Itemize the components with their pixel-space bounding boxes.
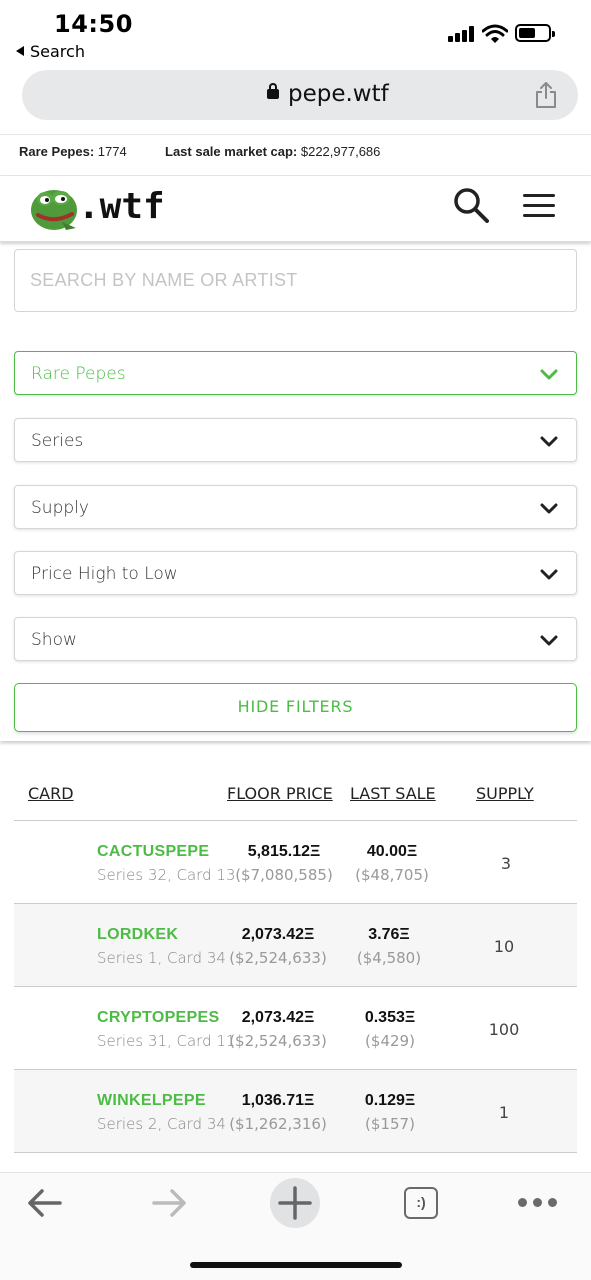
menu-icon[interactable] xyxy=(523,194,555,218)
table-row[interactable]: LORDKEK Series 1, Card 34 2,073.42Ξ ($2,… xyxy=(14,904,577,987)
rare-pepes-stat: Rare Pepes: 1774 xyxy=(19,144,127,159)
floor-price: 1,036.71Ξ xyxy=(241,1092,315,1109)
new-tab-button[interactable] xyxy=(270,1178,320,1228)
back-to-search-button[interactable]: Search xyxy=(16,42,85,61)
last-sale-usd: ($429) xyxy=(365,1032,415,1050)
floor-price: 2,073.42Ξ xyxy=(241,926,315,943)
floor-price-usd: ($7,080,585) xyxy=(235,866,333,884)
battery-icon xyxy=(515,24,555,42)
series-select[interactable]: Series xyxy=(14,418,577,462)
market-cap-stat: Last sale market cap: $222,977,686 xyxy=(165,144,381,159)
supply-select-value: Supply xyxy=(31,498,89,518)
forward-arrow-icon[interactable] xyxy=(150,1187,188,1219)
home-indicator[interactable] xyxy=(190,1262,402,1268)
last-sale: 0.353Ξ xyxy=(364,1009,416,1026)
logo-text[interactable]: .wtf xyxy=(78,186,165,227)
table-row[interactable]: CACTUSPEPE Series 32, Card 13 5,815.12Ξ … xyxy=(14,821,577,904)
series-select-value: Series xyxy=(31,431,84,451)
back-search-label: Search xyxy=(30,42,85,61)
floor-price: 5,815.12Ξ xyxy=(247,843,321,860)
card-name-link[interactable]: CRYPTOPEPES xyxy=(97,1009,219,1027)
floor-price-usd: ($2,524,633) xyxy=(229,1032,327,1050)
sort-select[interactable]: Price High to Low xyxy=(14,551,577,595)
floor-price-usd: ($2,524,633) xyxy=(229,949,327,967)
card-name-link[interactable]: WINKELPEPE xyxy=(97,1092,206,1110)
hide-filters-button[interactable]: HIDE FILTERS xyxy=(14,683,577,732)
supply-value: 10 xyxy=(493,937,515,956)
card-name-link[interactable]: CACTUSPEPE xyxy=(97,843,209,861)
sort-select-value: Price High to Low xyxy=(31,564,178,584)
last-sale: 3.76Ξ xyxy=(368,926,410,943)
card-name-link[interactable]: LORDKEK xyxy=(97,926,178,944)
chevron-down-icon xyxy=(540,569,558,580)
chevron-down-icon xyxy=(540,635,558,646)
status-time: 14:50 xyxy=(54,10,133,38)
chevron-down-icon xyxy=(540,436,558,447)
show-select[interactable]: Show xyxy=(14,617,577,661)
supply-value: 1 xyxy=(498,1103,510,1122)
search-icon[interactable] xyxy=(452,186,490,224)
card-series: Series 31, Card 11 xyxy=(97,1032,236,1050)
stats-bar: Rare Pepes: 1774 Last sale market cap: $… xyxy=(0,134,591,176)
supply-value: 3 xyxy=(500,854,512,873)
more-icon[interactable] xyxy=(518,1198,558,1208)
pepe-logo-icon[interactable] xyxy=(28,184,80,232)
floor-price: 2,073.42Ξ xyxy=(241,1009,315,1026)
floor-price-usd: ($1,262,316) xyxy=(229,1115,327,1133)
share-icon[interactable] xyxy=(534,81,558,109)
back-triangle-icon xyxy=(16,46,24,56)
address-bar[interactable]: pepe.wtf xyxy=(22,70,578,120)
site-header: .wtf xyxy=(0,176,591,242)
table-row[interactable]: CRYPTOPEPES Series 31, Card 11 2,073.42Ξ… xyxy=(14,987,577,1070)
card-column-header[interactable]: CARD xyxy=(28,784,74,803)
cellular-signal-icon xyxy=(448,26,476,42)
tabs-icon[interactable]: :) xyxy=(404,1187,438,1219)
new-tab-plus-icon xyxy=(278,1186,312,1220)
show-select-value: Show xyxy=(31,630,77,650)
last-sale-usd: ($4,580) xyxy=(356,949,422,967)
last-sale-usd: ($48,705) xyxy=(355,866,429,884)
last-sale-column-header[interactable]: LAST SALE xyxy=(350,784,436,803)
last-sale: 40.00Ξ xyxy=(366,843,418,860)
supply-select[interactable]: Supply xyxy=(14,485,577,529)
card-series: Series 2, Card 34 xyxy=(97,1115,226,1133)
chevron-down-icon xyxy=(540,503,558,514)
lock-icon xyxy=(267,83,279,99)
category-select[interactable]: Rare Pepes xyxy=(14,351,577,395)
supply-value: 100 xyxy=(488,1020,520,1039)
last-sale-usd: ($157) xyxy=(365,1115,415,1133)
wifi-icon xyxy=(482,24,508,43)
category-select-value: Rare Pepes xyxy=(31,364,126,384)
table-row[interactable]: WINKELPEPE Series 2, Card 34 1,036.71Ξ (… xyxy=(14,1070,577,1153)
supply-column-header[interactable]: SUPPLY xyxy=(476,784,534,803)
back-arrow-icon[interactable] xyxy=(26,1187,64,1219)
floor-price-column-header[interactable]: FLOOR PRICE xyxy=(227,784,333,803)
chevron-down-icon xyxy=(540,369,558,380)
status-bar: 14:50 Search xyxy=(0,0,591,66)
filters-divider xyxy=(0,738,591,741)
url-text: pepe.wtf xyxy=(288,81,389,107)
last-sale: 0.129Ξ xyxy=(364,1092,416,1109)
search-input[interactable] xyxy=(14,249,577,312)
card-series: Series 32, Card 13 xyxy=(97,866,236,884)
card-series: Series 1, Card 34 xyxy=(97,949,226,967)
